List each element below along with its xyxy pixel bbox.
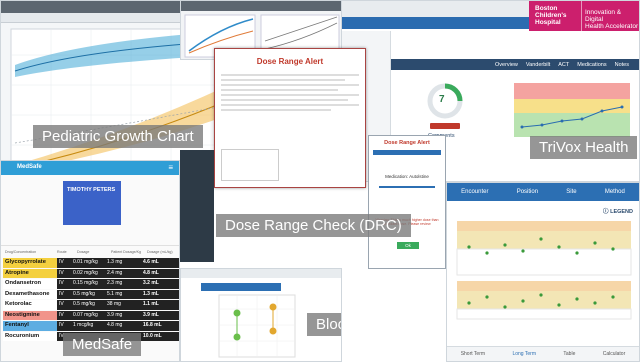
tab-table[interactable]: Table (563, 351, 575, 357)
medsafe-cell-amt: 4.8 mg (105, 321, 141, 331)
medsafe-cell-vol: 16.8 mL (141, 321, 179, 331)
medsafe-tile[interactable]: MedSafe ≡ TIMOTHY PETERS Drug/Concentrat… (0, 160, 180, 362)
medsafe-cell-drug: Rocuronium (3, 331, 57, 341)
medsafe-cell-vol: 3.9 mL (141, 310, 179, 320)
drc-label: Dose Range Check (DRC) (216, 214, 411, 237)
trivox-gauge-value: 7 (439, 94, 445, 105)
dose-range-body (221, 71, 359, 114)
medsafe-cell-drug: Atropine (3, 268, 57, 278)
growth-label: Pediatric Growth Chart (33, 125, 203, 148)
medsafe-drug-list: Glycopyrrolate IV 0.01 mg/kg 1.3 mg 4.6 mL At… (3, 258, 179, 342)
medsafe-cell-vol: 1.1 mL (141, 300, 179, 310)
trivox-button[interactable] (430, 123, 460, 129)
medsafe-label: MedSafe (63, 333, 142, 356)
medsafe-cell-dose: 0.01 mg/kg (71, 258, 105, 268)
medsafe-drug-row[interactable]: Dexamethasone IV 0.5 mg/kg 5.1 mg 1.3 mL (3, 289, 179, 299)
medsafe-cell-route: IV (57, 279, 71, 289)
medsafe-table-header: Drug/Concentration Route Dosage Patient … (5, 250, 173, 254)
medsafe-cell-amt: 2.3 mg (105, 279, 141, 289)
bp-nav-method[interactable]: Method (605, 189, 625, 195)
medsafe-cell-amt: 38 mg (105, 300, 141, 310)
mini-dose-ok-button[interactable]: Ok (397, 242, 419, 249)
tab-calculator[interactable]: Calculator (603, 351, 626, 357)
bp-chart-tile[interactable]: Encounter Position Site Method ⓘ LEGEND … (446, 182, 640, 362)
medsafe-tabs (1, 239, 179, 246)
medsafe-drug-row[interactable]: Atropine IV 0.02 mg/kg 2.4 mg 4.8 mL (3, 268, 179, 278)
medsafe-cell-drug: Neostigmine (3, 310, 57, 320)
medsafe-drug-row[interactable]: Fentanyl IV 1 mcg/kg 4.8 mg 16.8 mL (3, 321, 179, 331)
medsafe-drug-row[interactable]: Neostigmine IV 0.07 mg/kg 3.9 mg 3.9 mL (3, 310, 179, 320)
medsafe-cell-drug: Ondansetron (3, 279, 57, 289)
medsafe-cell-drug: Dexamethasone (3, 289, 57, 299)
medsafe-cell-dose: 0.07 mg/kg (71, 310, 105, 320)
medsafe-cell-route: IV (57, 268, 71, 278)
medsafe-cell-vol: 4.8 mL (141, 268, 179, 278)
bp-nav: Encounter Position Site Method (447, 183, 639, 201)
medsafe-cell-dose: 1 mcg/kg (71, 321, 105, 331)
medsafe-cell-dose: 0.15 mg/kg (71, 279, 105, 289)
medsafe-cell-route: IV (57, 321, 71, 331)
medsafe-cell-amt: 3.9 mg (105, 310, 141, 320)
tab-long-term[interactable]: Long Term (512, 351, 536, 357)
mini-dose-medication: Medication: Autolstine (385, 174, 429, 179)
trivox-gauge (427, 83, 463, 119)
medsafe-cell-vol: 10.0 mL (141, 331, 179, 341)
medsafe-cell-dose: 0.02 mg/kg (71, 268, 105, 278)
trivox-nav-medications[interactable]: Medications (577, 62, 606, 68)
medsafe-cell-drug: Glycopyrrolate (3, 258, 57, 268)
medsafe-cell-route: IV (57, 310, 71, 320)
medsafe-drug-row[interactable]: Ketorolac IV 0.5 mg/kg 38 mg 1.1 mL (3, 300, 179, 310)
medsafe-cell-route: IV (57, 300, 71, 310)
bp-nav-site[interactable]: Site (566, 189, 576, 195)
medsafe-patient-card: TIMOTHY PETERS (63, 181, 121, 225)
ehr-side-panel (180, 150, 214, 262)
medsafe-cell-vol: 3.2 mL (141, 279, 179, 289)
trivox-label: TriVox Health (530, 136, 638, 159)
medsafe-drug-row[interactable]: Glycopyrrolate IV 0.01 mg/kg 1.3 mg 4.6 mL (3, 258, 179, 268)
patient-name: TIMOTHY PETERS (67, 187, 116, 193)
bp-centiles-label: Blood Pressure Centiles (307, 313, 341, 336)
medsafe-cell-route: IV (57, 258, 71, 268)
dose-range-options[interactable] (221, 149, 279, 181)
bp-nav-position[interactable]: Position (517, 189, 538, 195)
bp-centiles-grid (218, 294, 296, 358)
trivox-score-chart (514, 83, 630, 137)
medsafe-app-title: MedSafe (17, 164, 42, 170)
medsafe-cell-vol: 1.3 mL (141, 289, 179, 299)
medsafe-cell-amt: 5.1 mg (105, 289, 141, 299)
medsafe-cell-amt: 2.4 mg (105, 268, 141, 278)
bp-chart-svg (456, 221, 632, 320)
trivox-nav-overview[interactable]: Overview (495, 62, 518, 68)
hospital-logo: Boston Children's Hospital Innovation & … (529, 1, 639, 31)
medsafe-cell-route: IV (57, 289, 71, 299)
dose-range-dialog[interactable]: Dose Range Alert (214, 48, 366, 188)
trivox-ehr-blue-strip (342, 17, 542, 29)
medsafe-cell-drug: Fentanyl (3, 321, 57, 331)
medsafe-cell-dose: 0.5 mg/kg (71, 300, 105, 310)
menu-icon[interactable]: ≡ (168, 163, 173, 172)
tab-short-term[interactable]: Short Term (461, 351, 485, 357)
legend-icon: ⓘ (603, 209, 609, 215)
trivox-nav-vanderbilt[interactable]: Vanderbilt (526, 62, 550, 68)
bp-nav-encounter[interactable]: Encounter (461, 189, 488, 195)
medsafe-cell-amt: 1.3 mg (105, 258, 141, 268)
medsafe-app-bar: MedSafe ≡ (1, 161, 179, 175)
trivox-nav-act[interactable]: ACT (558, 62, 569, 68)
bp-centiles-tile[interactable]: Blood Pressure Centiles (180, 268, 342, 362)
dose-range-title: Dose Range Alert (256, 57, 324, 66)
bp-footer: Short Term Long Term Table Calculator (447, 346, 639, 361)
bp-legend[interactable]: ⓘ LEGEND (603, 207, 633, 215)
trivox-nav-notes[interactable]: Notes (615, 62, 629, 68)
medsafe-drug-row[interactable]: Ondansetron IV 0.15 mg/kg 2.3 mg 3.2 mL (3, 279, 179, 289)
mini-dose-title: Dose Range Alert (384, 140, 430, 146)
medsafe-cell-vol: 4.6 mL (141, 258, 179, 268)
medsafe-cell-dose: 0.5 mg/kg (71, 289, 105, 299)
medsafe-cell-drug: Ketorolac (3, 300, 57, 310)
mini-dose-alert[interactable]: Dose Range Alert Medication: Autolstine … (368, 135, 446, 269)
